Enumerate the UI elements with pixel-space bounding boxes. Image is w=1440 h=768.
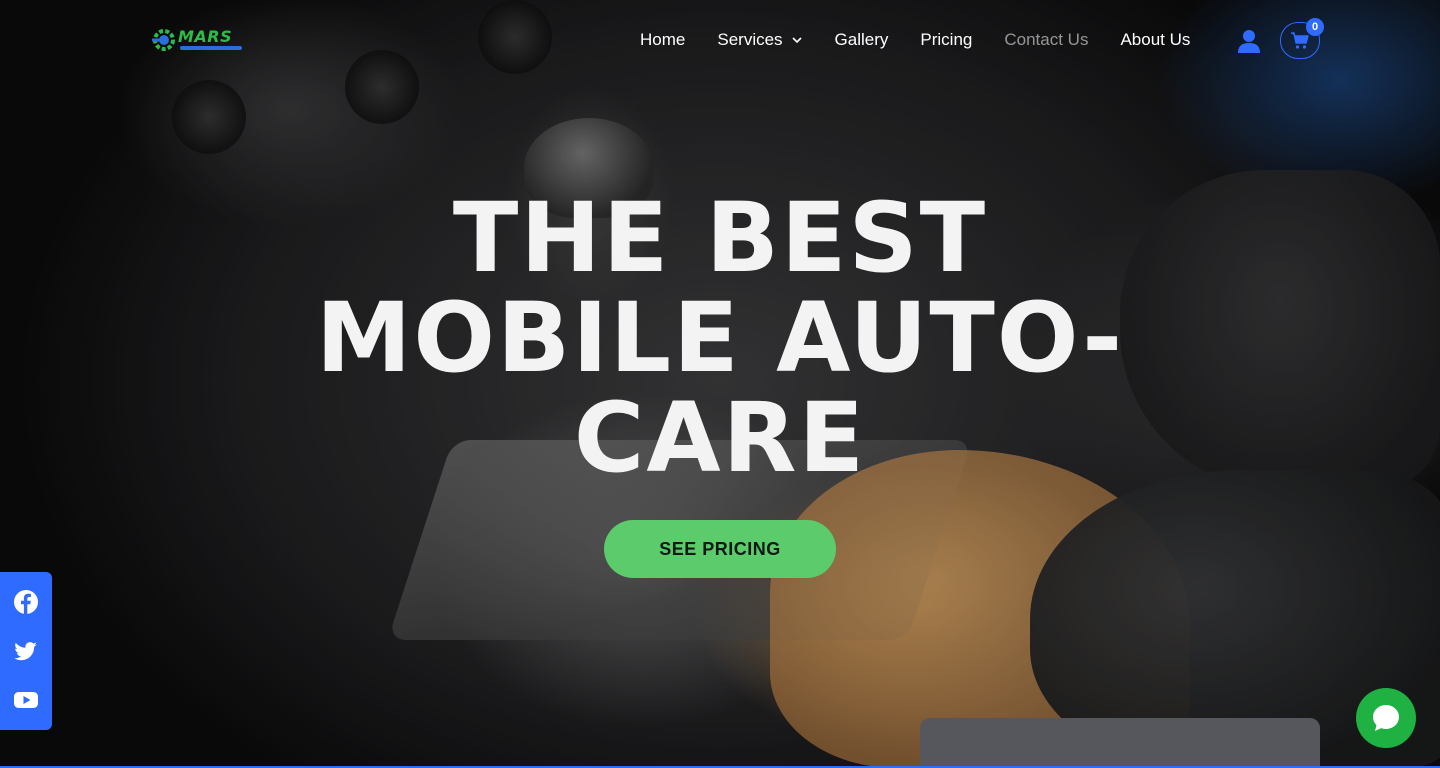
cart-count-badge: 0 [1306, 18, 1324, 36]
twitter-icon [14, 642, 37, 661]
chevron-down-icon [791, 37, 802, 44]
site-header: MARS Home Services Gallery Pricing Conta… [0, 0, 1440, 80]
nav-services-label: Services [717, 30, 783, 49]
nav-contact-label: Contact Us [1004, 30, 1089, 49]
logo-gear-icon [152, 29, 175, 51]
facebook-link[interactable] [12, 588, 40, 616]
see-pricing-button[interactable]: SEE PRICING [604, 520, 836, 578]
headline-line-3: CARE [573, 382, 867, 494]
headline-line-1: THE BEST [452, 182, 988, 294]
chat-bubble-icon [1373, 705, 1399, 731]
main-menu: Home Services Gallery Pricing Contact Us… [640, 28, 1222, 52]
nav-services[interactable]: Services [717, 30, 802, 50]
nav-gallery-label: Gallery [834, 30, 889, 49]
nav-contact-us[interactable]: Contact Us [1004, 30, 1088, 50]
nav-home-label: Home [640, 30, 686, 49]
social-sidebar [0, 572, 52, 730]
site-logo[interactable]: MARS [150, 24, 246, 56]
youtube-link[interactable] [12, 686, 40, 714]
shopping-cart-icon [1291, 31, 1309, 49]
twitter-link[interactable] [12, 637, 40, 665]
nav-pricing-label: Pricing [920, 30, 973, 49]
hero-headline: THE BEST MOBILE AUTO- CARE [0, 188, 1440, 488]
nav-about-us[interactable]: About Us [1120, 30, 1190, 50]
headline-line-2: MOBILE AUTO- [315, 282, 1125, 394]
facebook-icon [14, 590, 38, 615]
chat-widget-button[interactable] [1356, 688, 1416, 748]
nav-home[interactable]: Home [640, 30, 685, 50]
user-account-icon[interactable] [1236, 28, 1262, 54]
logo-underline [180, 46, 242, 50]
nav-pricing[interactable]: Pricing [920, 30, 972, 50]
youtube-icon [14, 691, 38, 708]
nav-gallery[interactable]: Gallery [835, 30, 889, 50]
nav-about-label: About Us [1120, 30, 1191, 49]
bottom-panel [920, 718, 1320, 768]
logo-text: MARS [178, 27, 233, 46]
